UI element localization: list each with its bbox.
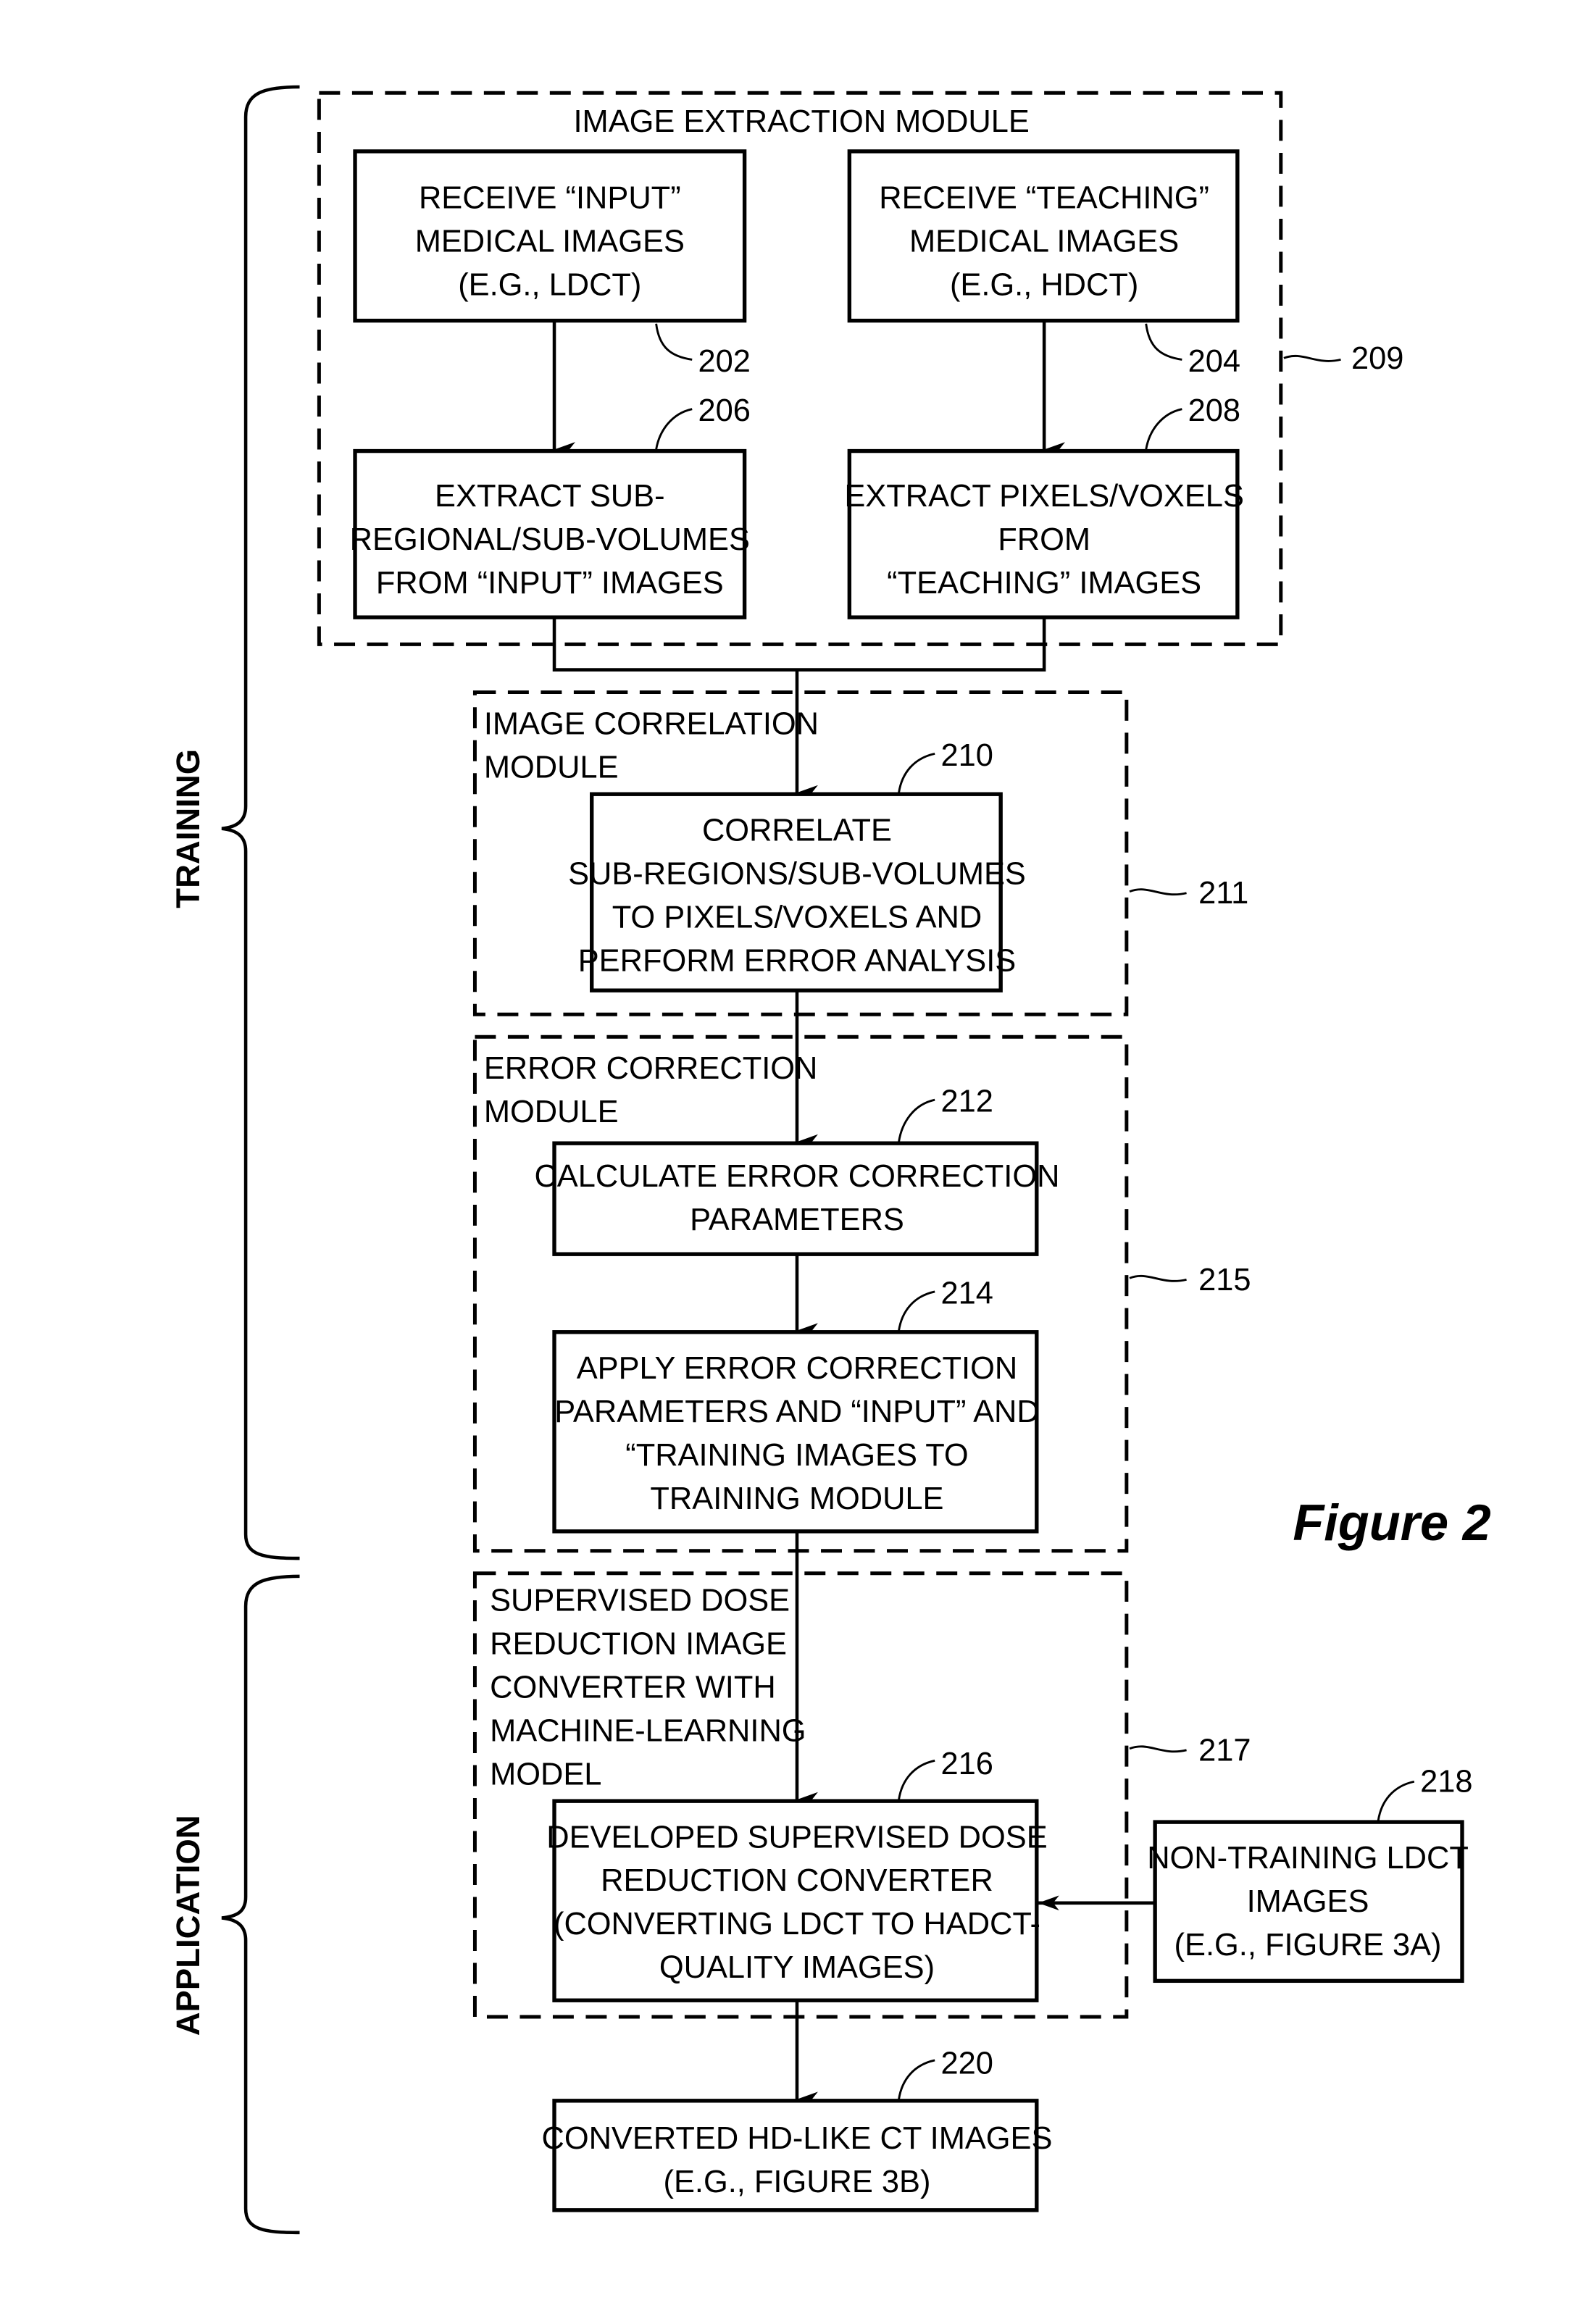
ref-209: 209 bbox=[1351, 341, 1403, 376]
application-bracket bbox=[221, 1574, 300, 2235]
module-209-title: IMAGE EXTRACTION MODULE bbox=[573, 104, 1029, 139]
svg-text:CORRELATE: CORRELATE bbox=[702, 813, 892, 848]
svg-text:(CONVERTING LDCT TO HADCT-: (CONVERTING LDCT TO HADCT- bbox=[554, 1907, 1040, 1941]
svg-text:PARAMETERS: PARAMETERS bbox=[690, 1203, 904, 1237]
module-211-title-line-2: MODULE bbox=[484, 750, 619, 785]
application-label: APPLICATION bbox=[170, 1815, 206, 2036]
svg-text:TRAINING MODULE: TRAINING MODULE bbox=[650, 1481, 943, 1516]
ref-218: 218 bbox=[1420, 1765, 1472, 1800]
flowchart-figure-2: TRAINING APPLICATION IMAGE EXTRACTION MO… bbox=[170, 85, 1491, 2235]
svg-text:PERFORM ERROR ANALYSIS: PERFORM ERROR ANALYSIS bbox=[578, 943, 1016, 978]
ref-202: 202 bbox=[698, 344, 751, 379]
leader-217 bbox=[1129, 1745, 1187, 1753]
leader-212 bbox=[898, 1098, 935, 1142]
ref-215: 215 bbox=[1198, 1263, 1251, 1297]
training-label: TRAINING bbox=[170, 749, 206, 908]
svg-text:EXTRACT SUB-: EXTRACT SUB- bbox=[435, 479, 665, 514]
leader-202 bbox=[655, 323, 693, 361]
leader-220 bbox=[898, 2059, 935, 2099]
svg-text:REGIONAL/SUB-VOLUMES: REGIONAL/SUB-VOLUMES bbox=[350, 522, 750, 557]
ref-211: 211 bbox=[1198, 876, 1248, 911]
ref-217: 217 bbox=[1198, 1733, 1251, 1768]
figure-label: Figure 2 bbox=[1293, 1494, 1490, 1551]
leader-209 bbox=[1283, 354, 1341, 362]
leader-210 bbox=[898, 752, 935, 793]
leader-204 bbox=[1145, 323, 1182, 361]
module-217-title-line-3: CONVERTER WITH bbox=[490, 1670, 776, 1705]
svg-text:RECEIVE “INPUT”: RECEIVE “INPUT” bbox=[419, 180, 681, 215]
module-217-title-line-4: MACHINE-LEARNING bbox=[490, 1713, 806, 1748]
module-217-title-line-2: REDUCTION IMAGE bbox=[490, 1626, 787, 1661]
svg-text:RECEIVE “TEACHING”: RECEIVE “TEACHING” bbox=[879, 180, 1209, 215]
svg-text:PARAMETERS AND “INPUT” AND: PARAMETERS AND “INPUT” AND bbox=[554, 1395, 1040, 1429]
svg-text:MEDICAL IMAGES: MEDICAL IMAGES bbox=[415, 224, 685, 259]
module-215-title-line-2: MODULE bbox=[484, 1095, 619, 1129]
svg-text:(E.G., FIGURE 3A): (E.G., FIGURE 3A) bbox=[1174, 1928, 1442, 1963]
module-217-title-line-1: SUPERVISED DOSE bbox=[490, 1583, 790, 1618]
svg-text:QUALITY IMAGES): QUALITY IMAGES) bbox=[659, 1950, 935, 1985]
module-215-title-line-1: ERROR CORRECTION bbox=[484, 1051, 818, 1086]
ref-212: 212 bbox=[940, 1084, 993, 1119]
ref-216: 216 bbox=[940, 1747, 993, 1781]
svg-text:(E.G., HDCT): (E.G., HDCT) bbox=[950, 267, 1138, 302]
leader-206 bbox=[655, 408, 693, 450]
training-bracket bbox=[221, 85, 300, 1560]
svg-text:EXTRACT PIXELS/VOXELS: EXTRACT PIXELS/VOXELS bbox=[844, 479, 1244, 514]
svg-text:CONVERTED HD-LIKE CT IMAGES: CONVERTED HD-LIKE CT IMAGES bbox=[541, 2121, 1052, 2156]
leader-216 bbox=[898, 1759, 935, 1800]
ref-210: 210 bbox=[940, 738, 993, 773]
svg-text:APPLY ERROR CORRECTION: APPLY ERROR CORRECTION bbox=[577, 1351, 1018, 1386]
svg-text:DEVELOPED SUPERVISED DOSE: DEVELOPED SUPERVISED DOSE bbox=[546, 1820, 1047, 1855]
svg-text:REDUCTION CONVERTER: REDUCTION CONVERTER bbox=[601, 1863, 993, 1898]
svg-text:MEDICAL IMAGES: MEDICAL IMAGES bbox=[909, 224, 1179, 259]
leader-218 bbox=[1377, 1780, 1415, 1821]
leader-215 bbox=[1129, 1274, 1187, 1282]
module-211-title-line-1: IMAGE CORRELATION bbox=[484, 706, 819, 741]
ref-208: 208 bbox=[1188, 393, 1240, 428]
svg-text:(E.G., LDCT): (E.G., LDCT) bbox=[458, 267, 641, 302]
svg-text:TO PIXELS/VOXELS AND: TO PIXELS/VOXELS AND bbox=[612, 900, 982, 935]
ref-214: 214 bbox=[940, 1276, 993, 1311]
svg-text:IMAGES: IMAGES bbox=[1247, 1884, 1369, 1919]
svg-text:SUB-REGIONS/SUB-VOLUMES: SUB-REGIONS/SUB-VOLUMES bbox=[568, 856, 1026, 891]
svg-text:FROM: FROM bbox=[998, 522, 1090, 557]
svg-text:NON-TRAINING LDCT: NON-TRAINING LDCT bbox=[1147, 1841, 1469, 1876]
ref-220: 220 bbox=[940, 2047, 993, 2081]
svg-text:“TRAINING IMAGES TO: “TRAINING IMAGES TO bbox=[625, 1438, 968, 1473]
svg-text:(E.G., FIGURE 3B): (E.G., FIGURE 3B) bbox=[664, 2165, 931, 2199]
module-217-title-line-5: MODEL bbox=[490, 1757, 601, 1792]
svg-text:FROM “INPUT” IMAGES: FROM “INPUT” IMAGES bbox=[376, 566, 724, 601]
leader-211 bbox=[1129, 888, 1187, 896]
leader-214 bbox=[898, 1290, 935, 1331]
ref-204: 204 bbox=[1188, 344, 1240, 379]
ref-206: 206 bbox=[698, 393, 751, 428]
leader-208 bbox=[1145, 408, 1182, 450]
svg-text:CALCULATE ERROR CORRECTION: CALCULATE ERROR CORRECTION bbox=[534, 1159, 1059, 1194]
svg-text:“TEACHING” IMAGES: “TEACHING” IMAGES bbox=[887, 566, 1201, 601]
